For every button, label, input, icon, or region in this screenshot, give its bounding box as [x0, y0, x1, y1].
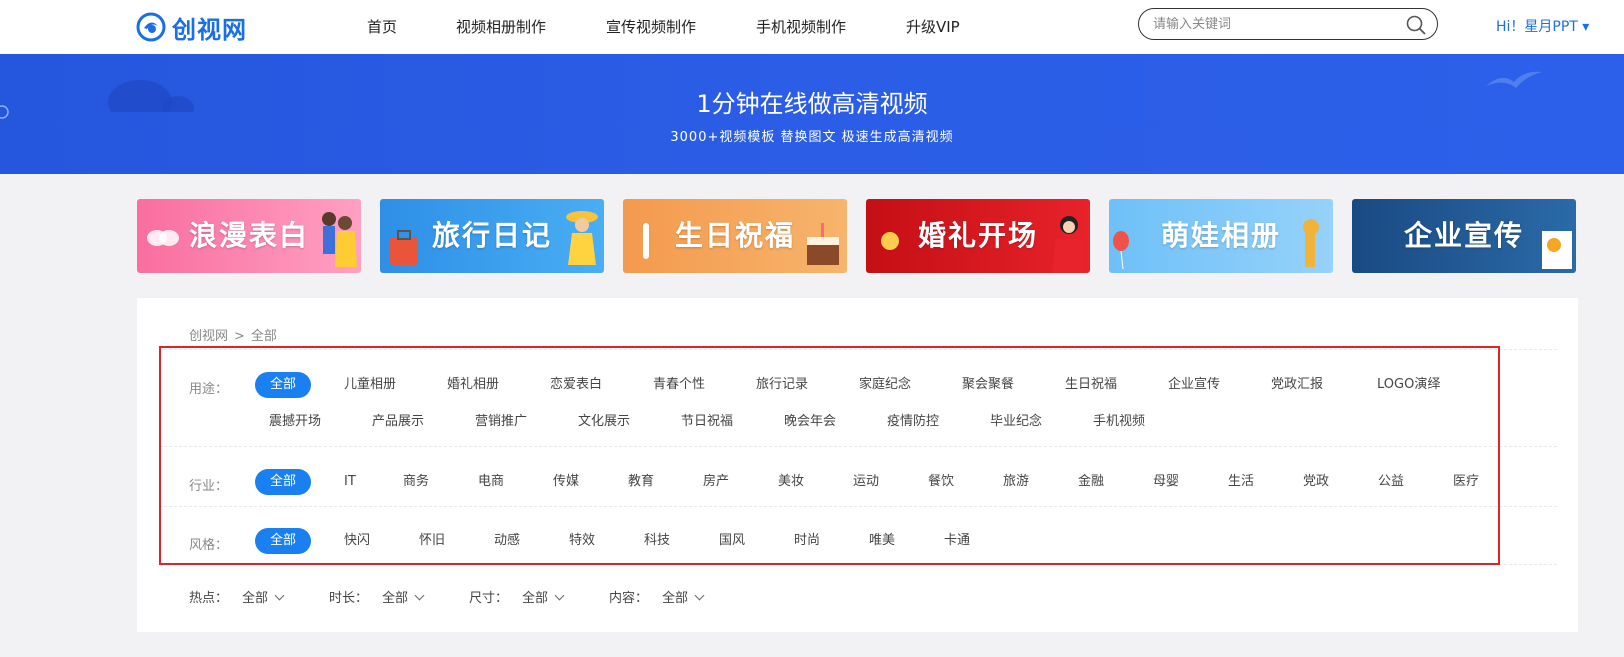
logo[interactable]: 创视网: [136, 8, 247, 46]
breadcrumb: 创视网 > 全部: [189, 325, 277, 344]
nav-video-album[interactable]: 视频相册制作: [456, 16, 546, 37]
logo-swirl-icon: [136, 12, 166, 42]
hot-filter-dropdown[interactable]: 全部: [242, 590, 285, 606]
chevron-down-icon: [274, 590, 285, 601]
hot-filter: 热点： 全部: [189, 587, 285, 606]
duration-filter-label: 时长：: [329, 591, 369, 606]
category-card-birthday[interactable]: 生日祝福: [623, 199, 847, 273]
nav-upgrade-vip[interactable]: 升级VIP: [906, 16, 960, 37]
category-card-baby[interactable]: 萌娃相册: [1109, 199, 1333, 273]
nav-mobile-video[interactable]: 手机视频制作: [756, 16, 846, 37]
duration-filter-value: 全部: [382, 591, 409, 606]
size-filter-value: 全部: [522, 591, 549, 606]
size-filter-label: 尺寸：: [469, 591, 509, 606]
banner-title: 1分钟在线做高清视频: [696, 90, 928, 118]
chevron-down-icon: [694, 590, 705, 601]
search-box: [1138, 8, 1438, 40]
category-card-wedding[interactable]: 婚礼开场: [866, 199, 1090, 273]
search-input[interactable]: [1153, 14, 1393, 34]
hero-banner: 1分钟在线做高清视频 3000+视频模板 替换图文 极速生成高清视频: [0, 54, 1624, 174]
chevron-down-icon: [554, 590, 565, 601]
category-label: 生日祝福: [674, 219, 795, 252]
hot-filter-label: 热点：: [189, 591, 229, 606]
nav-home[interactable]: 首页: [367, 16, 397, 37]
category-card-enterprise[interactable]: 企业宣传: [1352, 199, 1576, 273]
highlight-box: [159, 346, 1500, 565]
content-filter: 内容： 全部: [609, 587, 705, 606]
banner-subtitle: 3000+视频模板 替换图文 极速生成高清视频: [670, 130, 954, 145]
filter-panel: 创视网 > 全部 用途： 全部 儿童相册 婚礼相册 恋爱表白 青春个性 旅行记录 家…: [137, 298, 1578, 632]
content-filter-label: 内容：: [609, 591, 649, 606]
category-card-travel[interactable]: 旅行日记: [380, 199, 604, 273]
hot-filter-value: 全部: [242, 591, 269, 606]
category-label: 浪漫表白: [188, 219, 309, 252]
size-filter-dropdown[interactable]: 全部: [522, 590, 565, 606]
top-header: 创视网 首页 视频相册制作 宣传视频制作 手机视频制作 升级VIP Hi！星月P…: [0, 0, 1624, 54]
breadcrumb-separator: >: [234, 329, 245, 344]
content-filter-value: 全部: [662, 591, 689, 606]
search-icon[interactable]: [1405, 14, 1427, 36]
category-label: 企业宣传: [1403, 219, 1524, 252]
size-filter: 尺寸： 全部: [469, 587, 565, 606]
nav-promo-video[interactable]: 宣传视频制作: [606, 16, 696, 37]
category-label: 萌娃相册: [1160, 219, 1281, 252]
category-card-romance[interactable]: 浪漫表白: [137, 199, 361, 273]
content-filter-dropdown[interactable]: 全部: [662, 590, 705, 606]
user-menu[interactable]: Hi！星月PPT ▾: [1496, 16, 1589, 36]
breadcrumb-current: 全部: [250, 329, 277, 344]
duration-filter: 时长： 全部: [329, 587, 425, 606]
logo-text: 创视网: [172, 15, 247, 44]
duration-filter-dropdown[interactable]: 全部: [382, 590, 425, 606]
category-label: 旅行日记: [431, 219, 552, 252]
breadcrumb-home[interactable]: 创视网: [189, 329, 228, 344]
category-label: 婚礼开场: [917, 219, 1038, 252]
chevron-down-icon: [414, 590, 425, 601]
